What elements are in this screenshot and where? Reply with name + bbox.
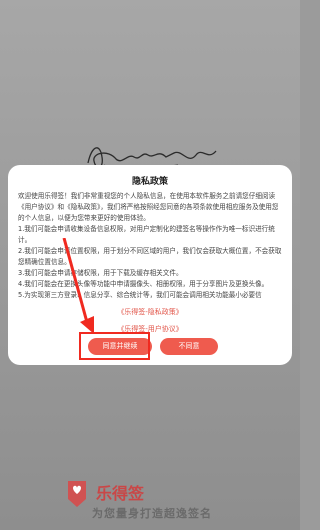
privacy-dialog: 隐私政策 欢迎使用乐得签！我们非常重视您的个人隐私信息，在使用本软件服务之前请您… (8, 165, 292, 365)
privacy-policy-link[interactable]: 《乐得签-隐私政策》 (8, 307, 292, 317)
dialog-paragraph: 4.我们可能会在更换头像等功能中申请摄像头、相册权限，用于分享图片及更换头像。 (18, 280, 269, 288)
dialog-paragraph: 1.我们可能会申请收集设备信息权限，对用户定制化的建签名等操作作为唯一标识进行统… (18, 225, 275, 244)
dialog-title: 隐私政策 (131, 177, 168, 187)
dialog-paragraph: 5.为实现第三方登录、信息分享、综合统计等，我们可能会调用相关功能最小必要信 (18, 291, 262, 299)
dialog-paragraph: 3.我们可能会申请存储权限，用于下载及缓存相关文件。 (18, 269, 183, 277)
dialog-paragraph: 2.我们可能会申请位置权限，用于划分不同区域的用户，我们仅会获取大概位置，不会获… (18, 247, 282, 266)
dialog-body: 欢迎使用乐得签！我们非常重视您的个人隐私信息，在使用本软件服务之前请您仔细阅读《… (18, 191, 282, 301)
brand-slogan: 为您量身打造超逸签名 (92, 507, 212, 520)
brand-name: 乐得签 (96, 484, 145, 503)
red-arrow-annotation (62, 238, 94, 334)
user-agreement-link[interactable]: 《乐得签-用户协议》 (8, 324, 292, 334)
disagree-button[interactable]: 不同意 (160, 338, 218, 355)
highlight-box-annotation (79, 332, 150, 360)
brand-logo-icon (68, 481, 86, 507)
dialog-paragraph: 欢迎使用乐得签！我们非常重视您的个人隐私信息，在使用本软件服务之前请您仔细阅读《… (18, 192, 279, 222)
